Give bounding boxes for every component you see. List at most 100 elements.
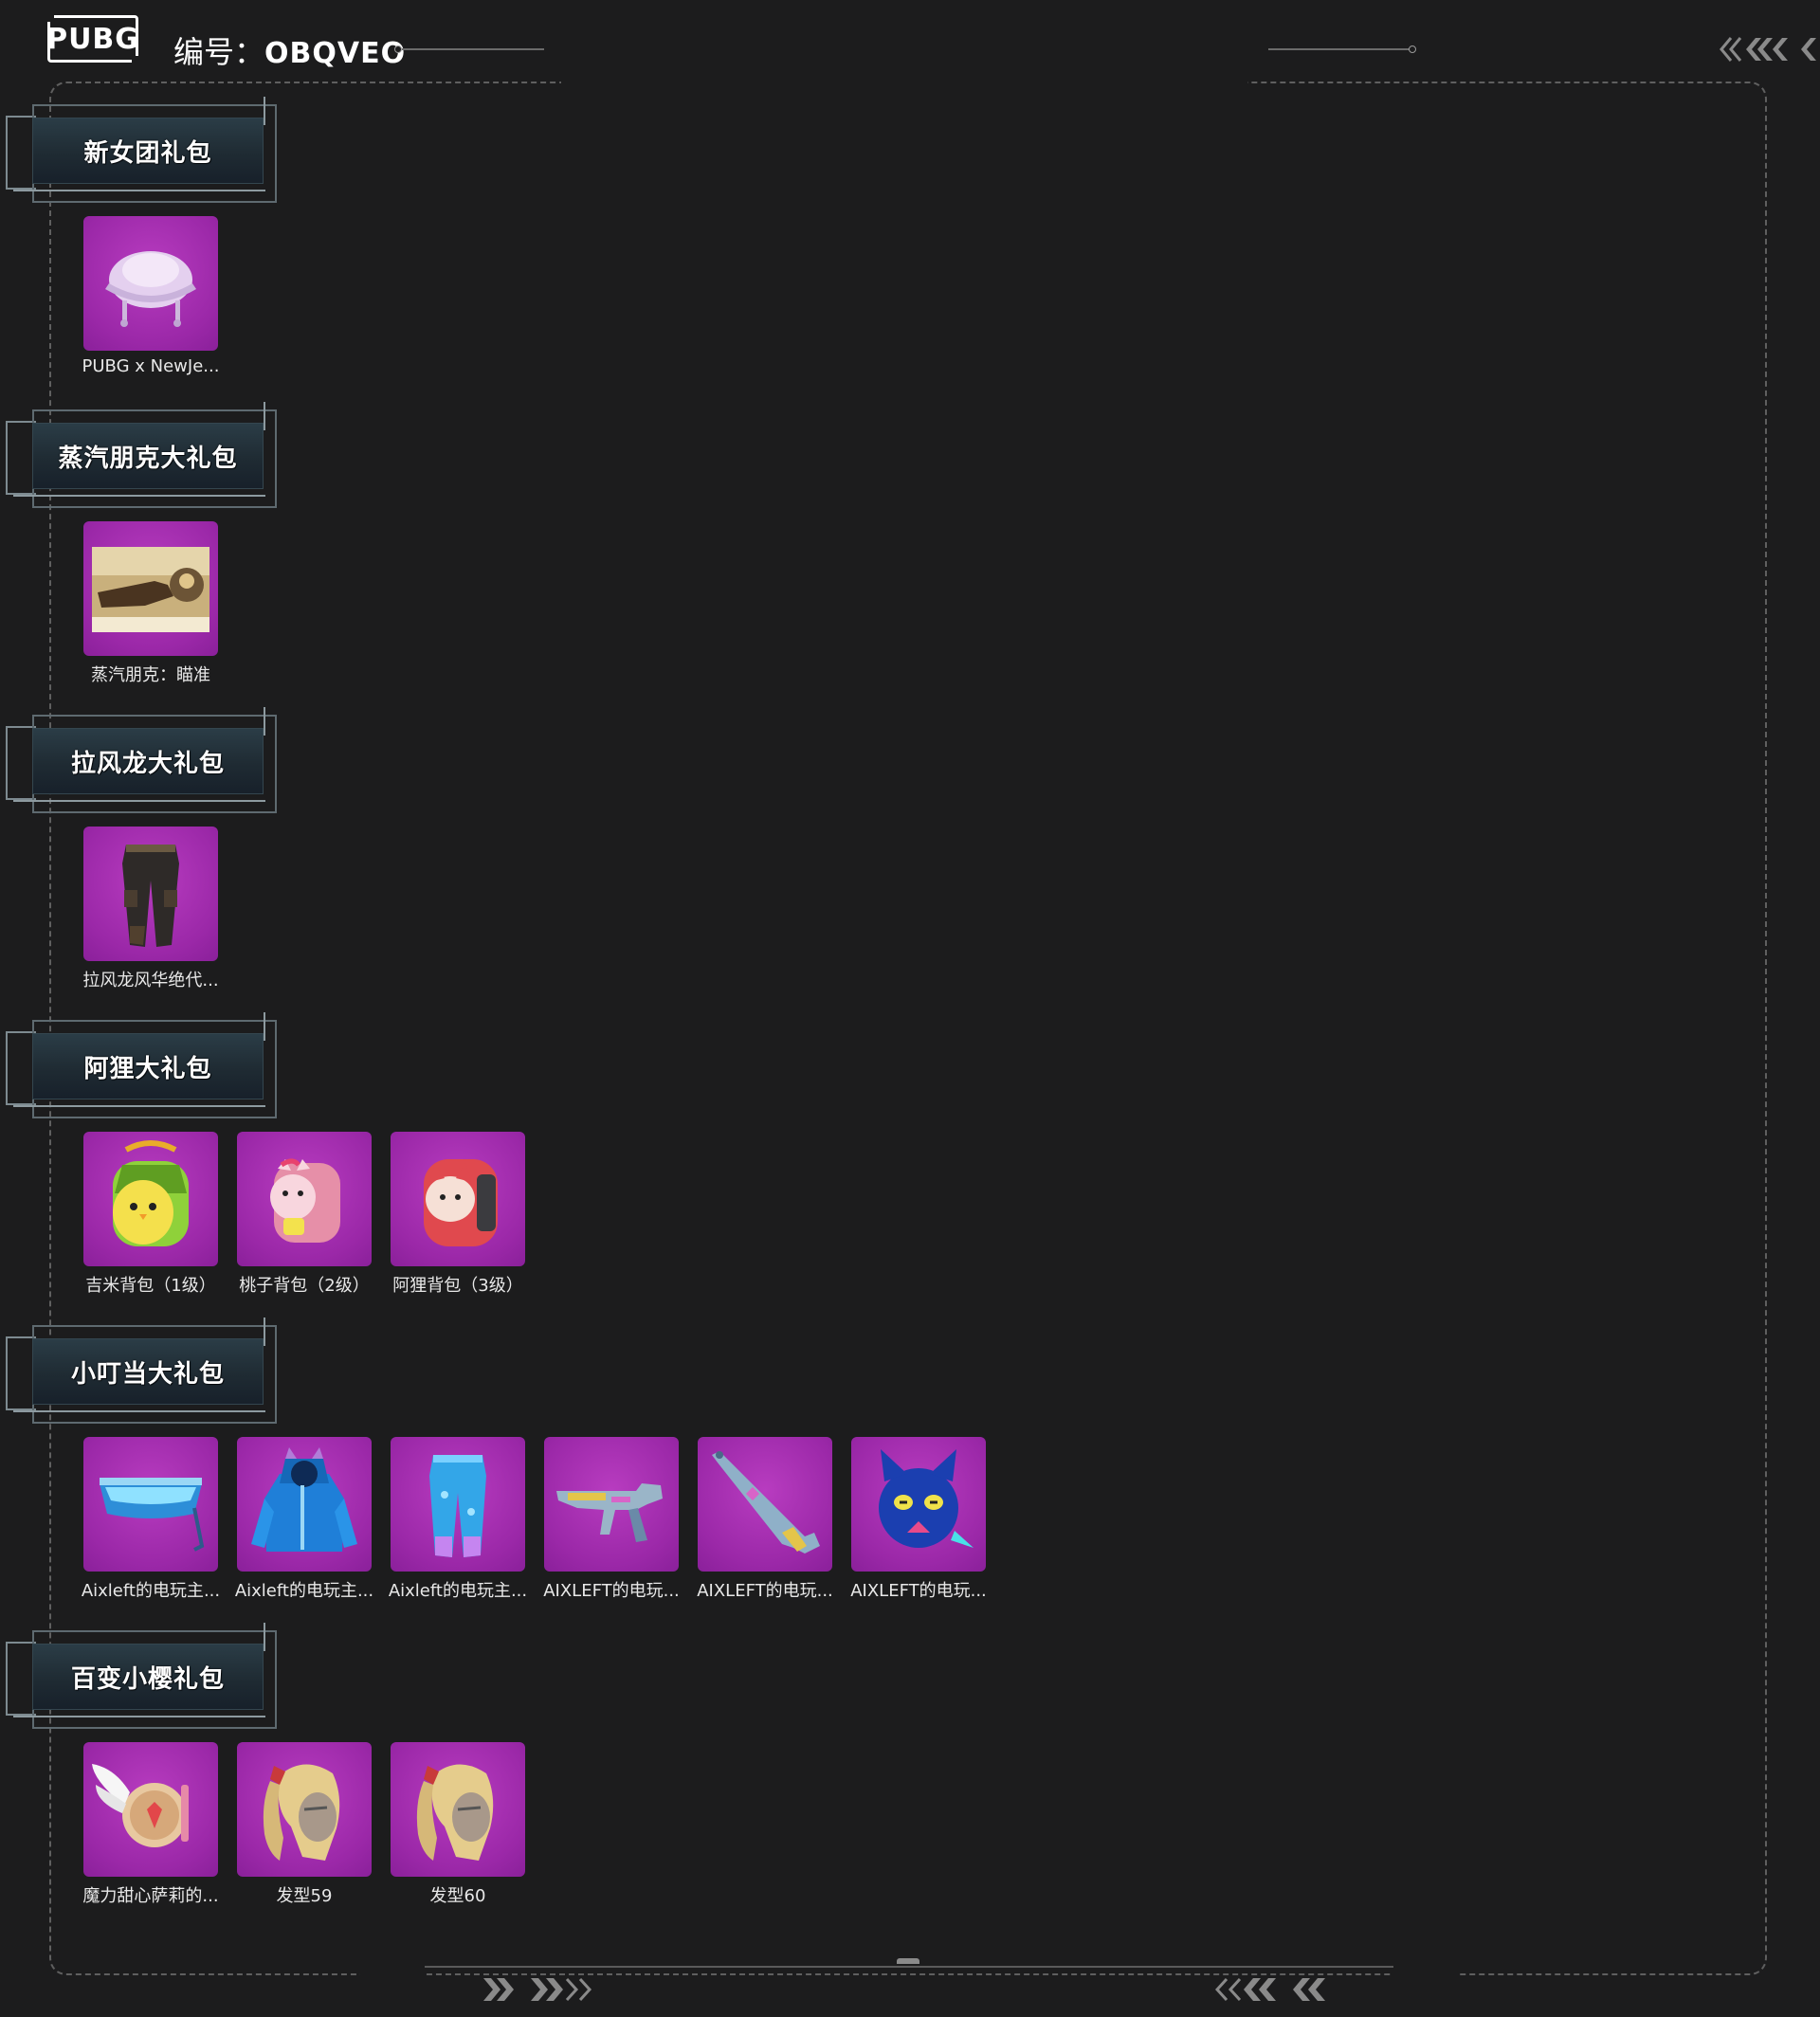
gift-item-label: 蒸汽朋克：瞄准 xyxy=(91,665,210,685)
gift-pack-items: 拉风龙风华绝代... xyxy=(74,827,228,991)
content-frame xyxy=(49,82,1767,1975)
gift-item-label: Aixleft的电玩主... xyxy=(388,1581,528,1601)
gift-item[interactable]: Aixleft的电玩主... xyxy=(74,1437,228,1602)
gift-pack-items: 吉米背包（1级） 桃子背包（2级） 阿狸背包（3级） xyxy=(74,1132,535,1297)
gift-item-thumbnail[interactable] xyxy=(83,827,218,961)
frame-gap-top xyxy=(561,76,1247,87)
pubg-logo: PUBG xyxy=(45,12,141,65)
gift-pack-items: Aixleft的电玩主... Aixleft的电玩主... Aixleft的电玩… xyxy=(74,1437,995,1602)
gift-item[interactable]: 蒸汽朋克：瞄准 xyxy=(74,521,228,686)
gift-item-thumbnail[interactable] xyxy=(698,1437,832,1572)
hairstyle-icon xyxy=(416,1764,494,1861)
visor-glasses-icon xyxy=(100,1478,205,1552)
blue-pants-icon xyxy=(429,1455,486,1557)
gift-item-thumbnail[interactable] xyxy=(83,521,218,656)
header-bracket-decor xyxy=(264,707,277,736)
gift-item-thumbnail[interactable] xyxy=(544,1437,679,1572)
gift-pack-header: 蒸汽朋克大礼包 xyxy=(0,402,284,508)
chevron-right-decor-icon xyxy=(483,1977,592,2002)
gift-item-thumbnail[interactable] xyxy=(851,1437,986,1572)
header-divider-left-dot xyxy=(394,45,402,53)
gift-item[interactable]: 拉风龙风华绝代... xyxy=(74,827,228,991)
account-id-code: OBQVEO xyxy=(264,37,407,70)
gift-item-label: 发型60 xyxy=(429,1886,486,1906)
gift-item-thumbnail[interactable] xyxy=(391,1132,525,1266)
gift-item-label: 拉风龙风华绝代... xyxy=(82,971,219,990)
gift-item-thumbnail[interactable] xyxy=(83,216,218,351)
header-bracket-decor xyxy=(13,495,265,499)
gift-item-label: Aixleft的电玩主... xyxy=(234,1581,374,1601)
gift-pack-header: 拉风龙大礼包 xyxy=(0,707,284,813)
gift-item[interactable]: 桃子背包（2级） xyxy=(228,1132,381,1297)
gift-item-label: 魔力甜心萨莉的... xyxy=(82,1886,219,1906)
gift-pack-title: 阿狸大礼包 xyxy=(83,1054,212,1083)
gift-item[interactable]: 发型59 xyxy=(228,1742,381,1907)
frame-gap-bottom-left xyxy=(360,1970,425,1981)
gift-pack-title: 百变小樱礼包 xyxy=(70,1664,225,1694)
header-bracket-decor xyxy=(13,1716,265,1719)
gift-item-label: AIXLEFT的电玩... xyxy=(850,1581,987,1601)
gift-pack-items: 蒸汽朋克：瞄准 xyxy=(74,521,228,686)
red-backpack-icon xyxy=(424,1159,498,1246)
gift-item-thumbnail[interactable] xyxy=(83,1742,218,1877)
gift-item[interactable]: AIXLEFT的电玩... xyxy=(535,1437,688,1602)
account-id: 编号：OBQVEO xyxy=(173,28,406,72)
frame-gap-bottom-right xyxy=(1393,1970,1458,1981)
gift-item-thumbnail[interactable] xyxy=(237,1742,372,1877)
hoodie-icon xyxy=(251,1447,357,1552)
gift-pack-items: 魔力甜心萨莉的... 发型59 发型60 xyxy=(74,1742,535,1907)
gift-item[interactable]: 吉米背包（1级） xyxy=(74,1132,228,1297)
account-id-prefix: 编号： xyxy=(173,34,265,70)
gift-item[interactable]: PUBG x NewJe... xyxy=(74,216,228,376)
gift-item-thumbnail[interactable] xyxy=(237,1132,372,1266)
gift-pack-header: 新女团礼包 xyxy=(0,97,284,203)
cat-helmet-icon xyxy=(879,1449,974,1548)
gift-item-label: 桃子背包（2级） xyxy=(239,1276,370,1296)
steampunk-scene-icon xyxy=(92,547,209,632)
sniper-rifle-icon xyxy=(712,1451,820,1554)
gift-item-thumbnail[interactable] xyxy=(237,1437,372,1572)
green-backpack-icon xyxy=(113,1140,189,1246)
pants-icon xyxy=(122,845,179,947)
pink-backpack-icon xyxy=(270,1158,340,1243)
gift-item-label: PUBG x NewJe... xyxy=(82,356,220,376)
header-bracket-decor xyxy=(264,1012,277,1041)
gift-item-thumbnail[interactable] xyxy=(83,1132,218,1266)
header-bracket-decor xyxy=(13,800,265,804)
gift-item-label: 发型59 xyxy=(276,1886,333,1906)
gift-item[interactable]: Aixleft的电玩主... xyxy=(228,1437,381,1602)
chevron-left-decor-icon xyxy=(1720,37,1816,62)
gift-item-label: 吉米背包（1级） xyxy=(85,1276,216,1296)
gift-pack-header: 百变小樱礼包 xyxy=(0,1623,284,1729)
gift-pack-title: 拉风龙大礼包 xyxy=(70,749,225,778)
winged-backpack-icon xyxy=(92,1764,189,1847)
gift-item[interactable]: AIXLEFT的电玩... xyxy=(688,1437,842,1602)
gift-item-thumbnail[interactable] xyxy=(83,1437,218,1572)
gift-item-thumbnail[interactable] xyxy=(391,1742,525,1877)
header-divider-left xyxy=(402,48,544,50)
gift-item-thumbnail[interactable] xyxy=(391,1437,525,1572)
header-bracket-decor xyxy=(13,190,265,193)
gift-pack-header: 小叮当大礼包 xyxy=(0,1317,284,1424)
gift-item-label: 阿狸背包（3级） xyxy=(392,1276,523,1296)
gift-pack-title: 小叮当大礼包 xyxy=(70,1359,225,1389)
header-bracket-decor xyxy=(13,1410,265,1414)
gift-item[interactable]: 魔力甜心萨莉的... xyxy=(74,1742,228,1907)
gift-pack-title: 新女团礼包 xyxy=(83,138,212,168)
gift-pack-title: 蒸汽朋克大礼包 xyxy=(58,444,238,473)
gift-item[interactable]: Aixleft的电玩主... xyxy=(381,1437,535,1602)
helmet-icon xyxy=(105,251,196,327)
header-bracket-decor xyxy=(264,1317,277,1346)
header-bracket-decor xyxy=(264,97,277,125)
header-divider-right xyxy=(1268,48,1412,50)
gift-item[interactable]: AIXLEFT的电玩... xyxy=(842,1437,995,1602)
scroll-handle[interactable] xyxy=(897,1958,919,1964)
smg-icon xyxy=(556,1483,663,1542)
header-divider-right-dot xyxy=(1409,45,1416,53)
gift-pack-items: PUBG x NewJe... xyxy=(74,216,228,376)
gift-item-label: AIXLEFT的电玩... xyxy=(543,1581,680,1601)
hairstyle-icon xyxy=(263,1764,340,1861)
gift-item[interactable]: 阿狸背包（3级） xyxy=(381,1132,535,1297)
gift-item[interactable]: 发型60 xyxy=(381,1742,535,1907)
header-bracket-decor xyxy=(264,402,277,430)
